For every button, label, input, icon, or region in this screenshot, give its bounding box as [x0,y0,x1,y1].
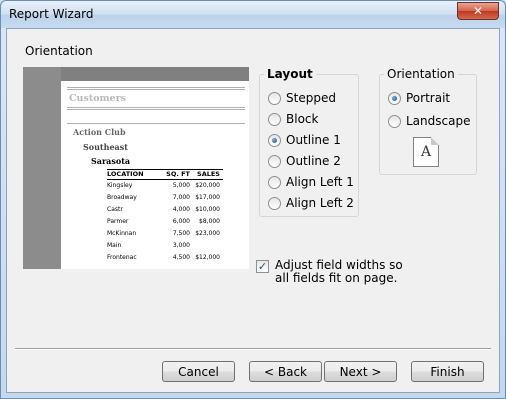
radio-label: Stepped [286,91,336,105]
back-button-label: < Back [263,364,307,379]
close-icon: ✕ [472,4,484,18]
check-icon: ✓ [257,260,268,273]
table-cell: 4,000 [172,206,190,213]
table-row: McKinnan 7,500 $23,000 [107,228,223,240]
layout-group-label: Layout [264,67,316,81]
orientation-group: Orientation Portrait Landscape A [379,67,477,175]
table-row: Castr 4,000 $10,000 [107,204,223,216]
cancel-button[interactable]: Cancel [162,361,235,382]
layout-option-align-left-2[interactable]: Align Left 2 [268,195,354,211]
column-header-location: LOCATION [107,169,163,180]
title-bar[interactable]: Report Wizard ✕ [1,1,505,28]
preview-rule [67,87,245,88]
radio-label: Portrait [406,91,451,105]
divider [15,348,491,350]
page-fold [431,137,439,145]
radio-button[interactable] [268,91,281,105]
preview-report-title: Customers [69,93,126,104]
table-cell: Kingsley [107,182,133,189]
cancel-button-label: Cancel [178,364,219,379]
wizard-body: Orientation Customers Action Club Southe… [6,28,500,393]
radio-button-selected[interactable] [268,133,281,147]
next-button[interactable]: Next > [324,361,397,382]
table-cell: $8,000 [199,218,220,225]
preview-margin [23,67,61,269]
table-cell: Main [107,242,122,249]
orientation-option-landscape[interactable]: Landscape [388,113,470,129]
column-header-sales: SALES [193,169,223,180]
preview-rule [67,109,245,110]
finish-button-label: Finish [430,364,465,379]
finish-button[interactable]: Finish [411,361,484,382]
radio-button-selected[interactable] [388,91,401,105]
page-title: Orientation [25,44,93,58]
table-cell: Parmer [107,218,129,225]
table-cell: 5,000 [172,182,190,189]
radio-button[interactable] [268,196,281,210]
table-cell: $20,000 [195,182,220,189]
layout-option-align-left-1[interactable]: Align Left 1 [268,174,354,190]
table-cell: Castr [107,206,123,213]
table-cell: $12,000 [195,254,220,261]
radio-button[interactable] [268,154,281,168]
radio-label: Landscape [406,114,471,128]
preview-page: Customers Action Club Southeast Sarasota… [61,81,249,269]
table-row: Kingsley 5,000 $20,000 [107,180,223,193]
portrait-page-icon: A [413,137,439,167]
table-cell: 7,500 [172,230,190,237]
table-row: Broadway 7,000 $17,000 [107,192,223,204]
page-icon-letter: A [420,144,432,160]
preview-rule [67,123,245,124]
table-row: Main 3,000 [107,240,223,252]
column-header-sqft: SQ. FT [163,169,193,180]
table-cell: 3,000 [172,242,190,249]
report-wizard-window: Report Wizard ✕ Orientation Customers Ac… [0,0,506,399]
table-cell: $17,000 [195,194,220,201]
preview-table-header-row: LOCATION SQ. FT SALES [107,169,223,180]
window-title: Report Wizard [9,7,94,21]
layout-option-stepped[interactable]: Stepped [268,90,336,106]
preview-table: LOCATION SQ. FT SALES Kingsley 5,000 $20… [107,169,223,264]
adjust-field-widths-checkbox[interactable]: ✓ [256,260,269,273]
layout-option-outline-2[interactable]: Outline 2 [268,153,341,169]
preview-group-level-3: Sarasota [91,156,131,166]
preview-rule [67,107,245,108]
preview-rule [67,89,245,90]
radio-label: Block [286,112,319,126]
adjust-field-widths-label: Adjust field widths so all fields fit on… [275,258,403,285]
radio-button[interactable] [388,114,401,128]
close-button[interactable]: ✕ [457,2,499,20]
table-cell: $23,000 [195,230,220,237]
radio-label: Align Left 1 [286,175,354,189]
table-cell: Broadway [107,194,137,201]
orientation-option-portrait[interactable]: Portrait [388,90,450,106]
table-cell: 6,000 [172,218,190,225]
preview-group-level-1: Action Club [73,127,126,137]
table-cell: McKinnan [107,230,137,237]
layout-group: Layout Stepped Block Outline 1 Outline 2… [259,67,359,217]
table-cell: 7,000 [172,194,190,201]
orientation-group-label: Orientation [384,67,458,81]
radio-label: Outline 2 [286,154,341,168]
table-cell [193,240,223,252]
next-button-label: Next > [339,364,382,379]
radio-label: Align Left 2 [286,196,354,210]
table-row: Parmer 6,000 $8,000 [107,216,223,228]
table-row: Frontenac 4,500 $12,000 [107,252,223,264]
radio-button[interactable] [268,112,281,126]
report-preview: Customers Action Club Southeast Sarasota… [23,67,249,269]
adjust-field-widths-option[interactable]: ✓ Adjust field widths so all fields fit … [256,259,416,285]
table-cell: 4,500 [172,254,190,261]
preview-group-level-2: Southeast [83,142,128,152]
layout-option-block[interactable]: Block [268,111,318,127]
radio-button[interactable] [268,175,281,189]
back-button[interactable]: < Back [249,361,322,382]
table-cell: $10,000 [195,206,220,213]
radio-selected-dot [272,137,277,143]
radio-selected-dot [392,95,397,101]
radio-label: Outline 1 [286,133,341,147]
layout-option-outline-1[interactable]: Outline 1 [268,132,341,148]
table-cell: Frontenac [107,254,137,261]
